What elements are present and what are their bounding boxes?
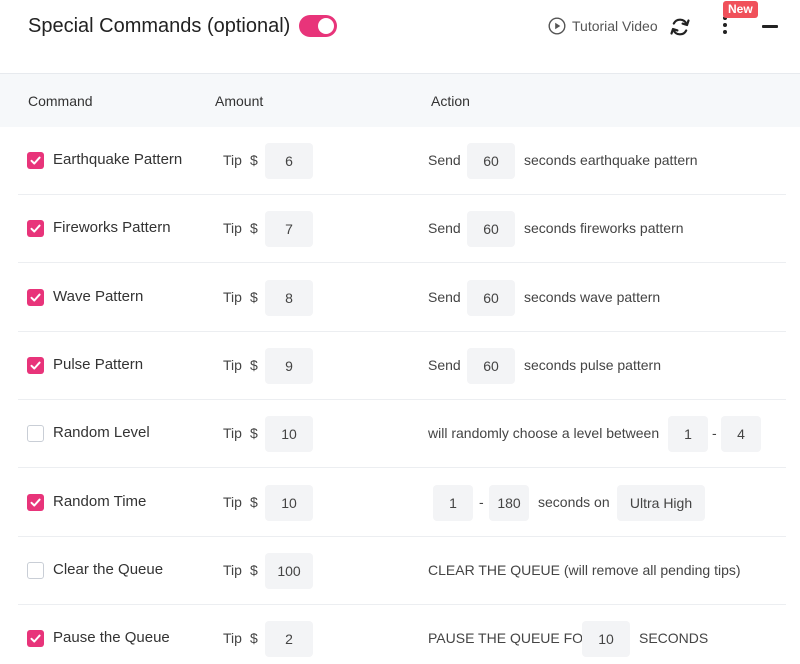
currency-symbol: $ [250,630,258,647]
currency-symbol: $ [250,220,258,237]
column-header-amount: Amount [215,93,264,109]
duration-input[interactable]: 60 [467,347,515,384]
table-row: Fireworks Pattern Tip $7 Send 60 seconds fire… [18,195,786,264]
max-seconds-input[interactable]: 180 [489,484,529,521]
table-row: Random Level Tip $10 will randomly choose a… [18,400,786,469]
command-name: Clear the Queue [53,560,164,578]
tip-amount-input[interactable]: 10 [265,416,313,453]
table-header: Command Amount Action [0,73,800,127]
command-name: Wave Pattern [53,287,144,305]
minimize-icon[interactable] [762,25,778,28]
table-row: Pulse Pattern Tip $9 Send 60 seconds pulse pa… [18,332,786,400]
send-label: Send [428,220,461,237]
currency-symbol: $ [250,425,258,442]
level-select[interactable]: Ultra High [617,484,705,521]
tutorial-video-label: Tutorial Video [572,18,658,34]
checkmark-icon [30,156,41,165]
command-name: Random Time [53,492,147,510]
toggle-knob [318,18,334,34]
checkmark-icon [30,361,41,370]
special-commands-toggle[interactable] [299,15,337,37]
header: Special Commands (optional) Tutorial Vid… [0,0,800,72]
command-name: Pulse Pattern [53,355,144,373]
min-seconds-input[interactable]: 1 [433,484,473,521]
currency-symbol: $ [250,356,258,373]
table-row: Clear the Queue Tip $100 CLEAR THE QUEUE (w… [18,537,786,605]
action-prefix: PAUSE THE QUEUE FOR [428,630,594,647]
tip-label: Tip [223,220,242,237]
row-checkbox[interactable] [27,493,44,511]
tip-amount-input[interactable]: 10 [265,484,313,521]
tip-amount-input[interactable]: 9 [265,347,313,384]
checkmark-icon [30,224,41,233]
action-description: seconds on [538,493,610,510]
column-header-action: Action [431,93,470,109]
max-level-input[interactable]: 4 [721,416,761,453]
column-header-command: Command [28,93,93,109]
pause-duration-input[interactable]: 10 [582,621,630,658]
table-row: Pause the Queue Tip $2 PAUSE THE QUEUE FOR 1… [18,605,786,664]
tip-label: Tip [223,630,242,647]
min-level-input[interactable]: 1 [668,416,708,453]
action-description: will randomly choose a level between [428,425,660,442]
action-description: seconds fireworks pattern [524,220,684,237]
command-name: Fireworks Pattern [53,219,171,237]
command-name: Random Level [53,424,150,442]
currency-symbol: $ [250,288,258,305]
command-name: Pause the Queue [53,629,170,647]
new-badge: New [723,1,758,18]
currency-symbol: $ [250,493,258,510]
row-checkbox[interactable] [27,288,44,306]
duration-input[interactable]: 60 [467,279,515,316]
play-circle-icon [548,17,566,35]
send-label: Send [428,152,461,168]
checkmark-icon [30,293,41,302]
refresh-icon[interactable] [669,16,691,38]
tip-amount-input[interactable]: 6 [265,143,313,179]
action-description: seconds wave pattern [524,288,661,305]
table-row: Wave Pattern Tip $8 Send 60 seconds wave patt… [18,264,786,332]
row-checkbox[interactable] [27,561,44,579]
duration-input[interactable]: 60 [467,211,515,248]
row-checkbox[interactable] [27,220,44,238]
row-checkbox[interactable] [27,152,44,169]
currency-symbol: $ [250,152,258,168]
tip-label: Tip [223,288,242,305]
row-checkbox[interactable] [27,425,44,443]
tip-amount-input[interactable]: 100 [265,552,313,589]
tip-amount-input[interactable]: 8 [265,279,313,316]
command-name: Earthquake Pattern [53,151,183,168]
table-row: Random Time Tip $10 1-180 seconds on Ultra Hi… [18,469,786,537]
checkmark-icon [30,634,41,643]
duration-input[interactable]: 60 [467,143,515,179]
action-description: CLEAR THE QUEUE (will remove all pending… [428,561,741,578]
range-dash: - [479,493,484,510]
currency-symbol: $ [250,561,258,578]
page-title: Special Commands (optional) [28,15,291,37]
action-suffix: SECONDS [639,630,709,647]
tip-label: Tip [223,561,242,578]
row-checkbox[interactable] [27,630,44,648]
send-label: Send [428,356,461,373]
range-dash: - [712,425,717,442]
tip-amount-input[interactable]: 7 [265,211,313,248]
send-label: Send [428,288,461,305]
tip-label: Tip [223,425,242,442]
tip-label: Tip [223,152,242,168]
action-description: seconds earthquake pattern [524,152,698,168]
row-checkbox[interactable] [27,356,44,374]
tip-label: Tip [223,356,242,373]
action-description: seconds pulse pattern [524,356,661,373]
tip-amount-input[interactable]: 2 [265,621,313,658]
tutorial-video-button[interactable]: Tutorial Video [548,17,658,35]
tip-label: Tip [223,493,242,510]
table-row: Earthquake Pattern Tip $6 Send 60 seconds ear… [18,127,786,195]
checkmark-icon [30,498,41,506]
